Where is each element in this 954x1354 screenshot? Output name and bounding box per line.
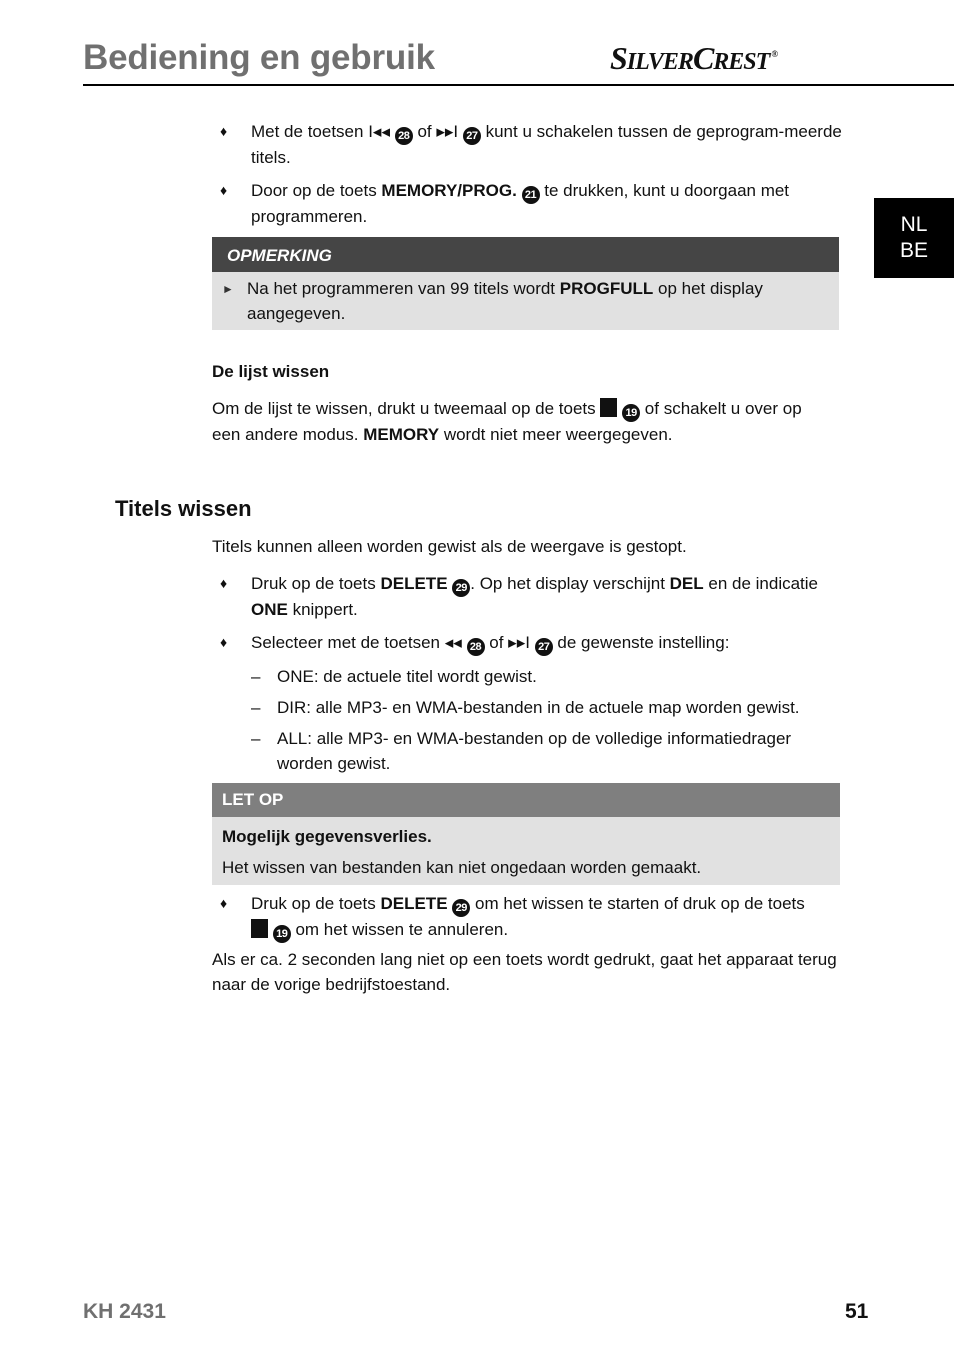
warning-title: Mogelijk gegevensverlies.: [222, 827, 432, 846]
dash-bullet: –: [251, 729, 261, 748]
text: Na het programmeren van 99 titels wordt: [247, 279, 560, 298]
button-number-badge: 28: [394, 127, 413, 145]
option-item: – ALL: alle MP3- en WMA-bestanden op de v…: [251, 726, 821, 776]
bullet-item: ♦ Selecteer met de toetsen ◂◂ 28 of ▸▸I …: [212, 630, 842, 656]
text: Druk op de toets: [251, 894, 381, 913]
diamond-bullet-icon: ♦: [220, 123, 228, 139]
logo-rest: REST: [713, 49, 770, 75]
warning-heading: LET OP: [212, 783, 840, 817]
bullet-item: ♦ Druk op de toets DELETE 29. Op het dis…: [212, 571, 842, 622]
next-track-icon: ▸▸I: [508, 633, 530, 652]
page-header-title: Bediening en gebruik: [83, 38, 435, 77]
logo-cap-c: C: [692, 40, 714, 76]
option-text: ONE: de actuele titel wordt gewist.: [277, 667, 537, 686]
display-text: ONE: [251, 600, 288, 619]
option-item: – ONE: de actuele titel wordt gewist.: [251, 664, 851, 689]
text: om het wissen te annuleren.: [290, 920, 509, 939]
subsection-heading: De lijst wissen: [212, 362, 330, 381]
key-label: DELETE: [380, 574, 448, 593]
button-number-badge: 29: [452, 579, 471, 597]
diamond-bullet-icon: ♦: [220, 182, 228, 198]
text: . Op het display verschijnt: [470, 574, 670, 593]
note-box: OPMERKING ► Na het programmeren van 99 t…: [212, 237, 839, 330]
silvercrest-logo: SILVERCREST ®: [610, 40, 778, 77]
section-heading: Titels wissen: [115, 496, 252, 521]
text: en de indicatie: [703, 574, 819, 593]
diamond-bullet-icon: ♦: [220, 895, 228, 911]
dash-bullet: –: [251, 698, 261, 717]
option-text: ALL: alle MP3- en WMA-bestanden op de vo…: [277, 729, 792, 773]
text: of: [484, 633, 509, 652]
text: of: [412, 122, 437, 141]
page-number: 51: [845, 1300, 869, 1323]
diamond-bullet-icon: ♦: [220, 575, 228, 591]
display-text: DEL: [669, 574, 704, 593]
warning-box: LET OP Mogelijk gegevensverlies. Het wis…: [212, 783, 840, 885]
text: Met de toetsen: [251, 122, 369, 141]
arrow-bullet-icon: ►: [222, 282, 234, 296]
bullet-item: ♦ Druk op de toets DELETE 29 om het wiss…: [212, 891, 812, 943]
button-number-badge: 27: [462, 127, 481, 145]
text: wordt niet meer weergegeven.: [439, 425, 673, 444]
display-text: PROGFULL: [559, 279, 654, 298]
next-track-icon: ▸▸I: [436, 122, 459, 141]
language-code-nl: NL: [900, 213, 928, 236]
text: Door op de toets: [251, 181, 382, 200]
text: de gewenste instelling:: [552, 633, 730, 652]
footer-model-number: KH 2431: [83, 1300, 166, 1323]
button-number-badge: 28: [466, 638, 485, 656]
previous-track-icon: I◂◂: [368, 122, 390, 141]
rewind-icon: ◂◂: [444, 633, 462, 652]
text: om het wissen te starten of druk op de t…: [470, 894, 805, 913]
button-number-badge: 21: [521, 186, 540, 204]
header-divider: [83, 84, 954, 86]
text: Om de lijst te wissen, drukt u tweemaal …: [212, 399, 601, 418]
logo-cap-s: S: [610, 40, 628, 76]
option-item: – DIR: alle MP3- en WMA-bestanden in de a…: [251, 695, 851, 720]
dash-bullet: –: [251, 667, 261, 686]
note-heading: OPMERKING: [212, 237, 839, 272]
paragraph: Als er ca. 2 seconden lang niet op een t…: [212, 950, 837, 994]
text: Selecteer met de toetsen: [251, 633, 445, 652]
stop-icon: [251, 919, 268, 938]
warning-text: Het wissen van bestanden kan niet ongeda…: [222, 858, 702, 877]
key-label: MEMORY/PROG.: [381, 181, 517, 200]
button-number-badge: 19: [622, 404, 641, 422]
paragraph: Titels kunnen alleen worden gewist als d…: [212, 537, 687, 556]
diamond-bullet-icon: ♦: [220, 634, 228, 650]
text: knippert.: [287, 600, 358, 619]
registered-mark: ®: [771, 49, 778, 60]
text: Druk op de toets: [251, 574, 381, 593]
display-text: MEMORY: [363, 425, 440, 444]
bullet-item: ♦ Door op de toets MEMORY/PROG. 21 te dr…: [212, 178, 842, 229]
language-tab: NL BE: [874, 198, 954, 278]
bullet-item: ♦ Met de toetsen I◂◂ 28 of ▸▸I 27 kunt u…: [212, 119, 842, 170]
logo-ilver: ILVER: [626, 49, 694, 75]
key-label: DELETE: [380, 894, 448, 913]
option-text: DIR: alle MP3- en WMA-bestanden in de ac…: [277, 698, 800, 717]
button-number-badge: 29: [452, 899, 471, 917]
language-code-be: BE: [899, 239, 928, 262]
stop-icon: [600, 398, 618, 417]
button-number-badge: 27: [534, 638, 553, 656]
paragraph: Om de lijst te wissen, drukt u tweemaal …: [212, 396, 812, 447]
button-number-badge: 19: [272, 925, 291, 943]
